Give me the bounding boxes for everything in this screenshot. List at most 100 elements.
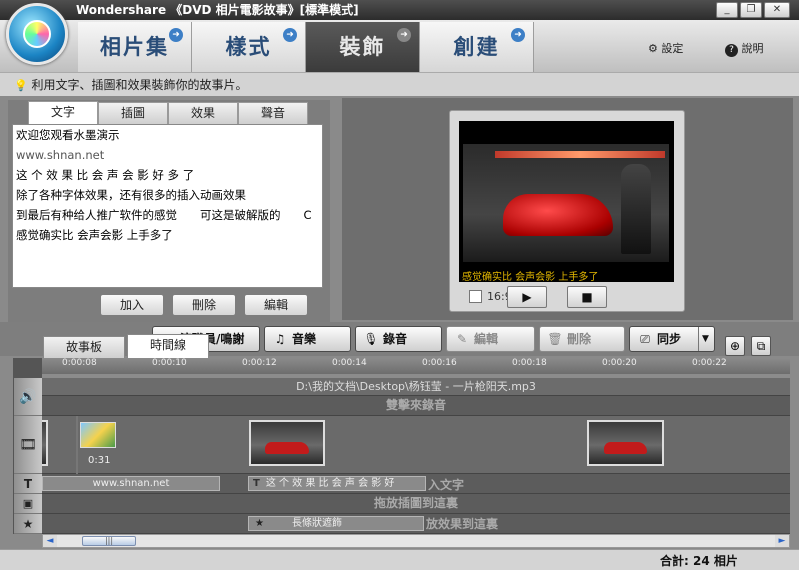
preview-image [463,144,669,262]
scroll-right-button[interactable]: ► [775,535,789,547]
play-button[interactable]: ▶ [507,286,547,308]
subtab-effects[interactable]: 效果 [168,102,238,124]
tab-styles[interactable]: 樣式 ➜ [192,22,306,72]
text-item-bar[interactable]: T这 个 效 果 比 会 声 会 影 好 [248,476,426,491]
arrow-icon: ➜ [397,28,411,42]
text-item-bar[interactable]: www.shnan.net [42,476,220,491]
clip-thumbnail[interactable] [249,420,325,466]
clip-image [251,422,323,464]
scroll-left-button[interactable]: ◄ [43,535,57,547]
video-track-header: 🎞 [14,416,42,474]
clipart-track-header: ▣ [14,494,42,514]
record-button[interactable]: 🎙 錄音 [355,326,442,352]
arrow-icon: ➜ [283,28,297,42]
light-bar [495,151,665,158]
time-tick: 0:00:16 [422,358,457,368]
gear-icon: ⚙ [648,42,658,55]
timeline-scrollbar[interactable] [42,534,790,548]
time-tick: 0:00:12 [242,358,277,368]
text-icon: T [23,477,33,491]
bulb-icon: 💡 [14,79,28,92]
record-track[interactable]: 雙擊來錄音 [42,396,790,416]
zoom-in-button[interactable]: ⊕ [725,336,745,356]
clip-thumbnail[interactable] [42,420,48,466]
zoom-in-icon: ⊕ [729,339,741,353]
play-icon: ▶ [522,290,532,304]
list-item[interactable]: 欢迎您观看水墨演示 [13,125,322,145]
time-tick: 0:00:10 [152,358,187,368]
record-hint: 雙擊來錄音 [385,398,446,412]
window-title-bar: Wondershare 《DVD 相片電影故事》[標準模式] [0,0,799,20]
list-item[interactable]: 这 个 效 果 比 会 声 会 影 好 多 了 [13,165,322,185]
help-link[interactable]: ? 說明 [725,40,764,57]
edit-text-button[interactable]: 編輯 [244,294,308,316]
settings-link[interactable]: ⚙ 設定 [648,40,683,56]
audio-file-name: D:\我的文档\Desktop\杨钰莹 - 一片枪阳天.mp3 [296,380,536,393]
tab-storyboard[interactable]: 故事板 [43,336,125,358]
zoom-fit-button[interactable]: ⧉ [751,336,771,356]
ratio-checkbox[interactable] [469,290,482,303]
text-icon: T [253,478,260,489]
edit-button[interactable]: ✎ 編輯 [446,326,535,352]
minimize-button[interactable]: _ [716,2,738,18]
subtab-sound[interactable]: 聲音 [238,102,308,124]
time-tick: 0:00:20 [602,358,637,368]
clip-thumbnail[interactable] [587,420,664,466]
tab-create[interactable]: 創建 ➜ [420,22,534,72]
time-tick: 0:00:22 [692,358,727,368]
clip-image [42,422,46,464]
list-item[interactable]: 感觉确实比 会声会影 上手多了 [13,225,322,245]
video-track[interactable] [42,416,790,474]
film-icon: 🎞 [19,437,37,453]
effect-item-bar[interactable]: ★ 長條狀遮飾 [248,516,424,531]
clip-thumbnail[interactable] [80,422,116,448]
music-button[interactable]: ♫ 音樂 [264,326,351,352]
fit-icon: ⧉ [756,339,766,353]
time-tick: 0:00:18 [512,358,547,368]
subtab-text[interactable]: 文字 [28,101,98,125]
pencil-icon: ✎ [456,332,468,346]
sync-icon: ⎚ [640,332,650,346]
delete-text-button[interactable]: 刪除 [172,294,236,316]
stop-icon: ■ [581,290,593,304]
dropdown-arrow-icon[interactable]: ▼ [698,327,712,351]
arrow-icon: ➜ [511,28,525,42]
list-item[interactable]: www.shnan.net [13,145,322,165]
list-item[interactable]: 除了各种字体效果，还有很多的插入动画效果 [13,185,322,205]
clipart-track[interactable]: 拖放插圖到這裏 [42,494,790,514]
trash-icon: 🗑 [547,332,563,346]
clip-duration: 0:31 [88,455,111,466]
delete-button[interactable]: 🗑 刪除 [539,326,625,352]
speaker-icon: 🔊 [19,389,37,405]
sync-button[interactable]: ⎚ 同步 ▼ [629,326,715,352]
effect-drop-hint: 放效果到這裏 [426,517,499,531]
preview-subtitle: 感觉确实比 会声会影 上手多了 [462,272,599,283]
effect-track-header: ★ [14,514,42,534]
add-button[interactable]: 加入 [100,294,164,316]
clip-divider [76,416,78,474]
subtab-clipart[interactable]: 插圖 [98,102,168,124]
hint-text: 利用文字、插圖和效果裝飾你的故事片。 [31,78,248,92]
text-drop-hint: 入文字 [428,478,465,492]
arrow-icon: ➜ [169,28,183,42]
tab-decorate[interactable]: 裝飾 ➜ [306,22,420,72]
disc-icon [23,20,51,48]
stop-button[interactable]: ■ [567,286,607,308]
text-list[interactable]: 欢迎您观看水墨演示 www.shnan.net 这 个 效 果 比 会 声 会 … [12,124,323,288]
car-image [503,194,613,236]
list-item[interactable]: 到最后有种给人推广软件的感觉 可这是破解版的 C [13,205,322,225]
photo-total: 合計: 24 相片 [660,554,738,568]
tab-timeline[interactable]: 時間線 [127,334,209,358]
tab-photos[interactable]: 相片集 ➜ [78,22,192,72]
maximize-button[interactable]: ❐ [740,2,762,18]
window-title: Wondershare 《DVD 相片電影故事》[標準模式] [76,3,359,17]
close-button[interactable]: ✕ [764,2,790,18]
music-track[interactable]: D:\我的文档\Desktop\杨钰莹 - 一片枪阳天.mp3 [42,378,790,396]
app-logo-icon [6,3,68,65]
microphone-icon: 🎙 [363,332,379,346]
help-icon: ? [725,44,738,57]
clipart-drop-hint: 拖放插圖到這裏 [373,496,458,510]
clip-image [589,422,662,464]
time-tick: 0:00:08 [62,358,97,368]
scroll-thumb[interactable]: ||| [82,536,136,546]
